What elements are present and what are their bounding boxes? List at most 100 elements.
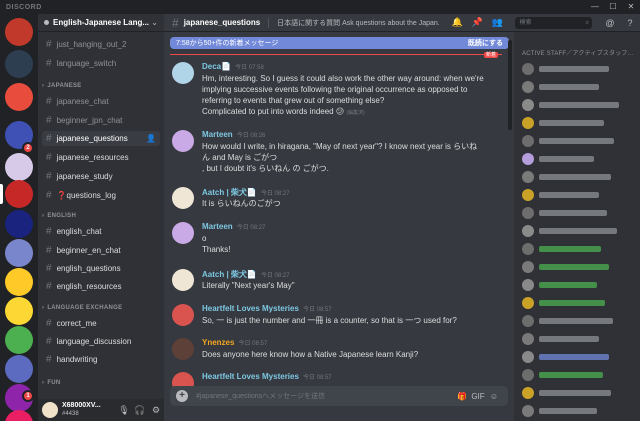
channel-handwriting[interactable]: # handwriting [42, 352, 160, 367]
member-row[interactable] [522, 350, 609, 364]
channel-topic[interactable]: 日本語に関する質問 Ask questions about the Japan.… [277, 18, 439, 28]
channel-english-resources[interactable]: # english_resources [42, 279, 160, 294]
gif-icon[interactable]: GIF [470, 392, 486, 401]
member-row[interactable] [522, 188, 599, 202]
notification-badge: 1 [22, 390, 34, 402]
microphone-icon[interactable]: 🎙 [116, 405, 132, 416]
mention-icon[interactable]: @ [600, 18, 620, 28]
emoji-icon[interactable]: ☺ [486, 392, 502, 401]
server-icon[interactable] [5, 18, 33, 46]
member-row[interactable] [522, 224, 617, 238]
member-row[interactable] [522, 386, 611, 400]
member-row[interactable] [522, 98, 619, 112]
member-name-blurred [539, 174, 611, 180]
avatar[interactable] [172, 62, 194, 84]
channel-language-switch[interactable]: # language_switch [42, 56, 160, 71]
search-input[interactable]: 検索 ⌕ [515, 16, 592, 29]
pin-icon[interactable]: 📌 [467, 17, 487, 28]
avatar[interactable] [172, 187, 194, 209]
server-icon[interactable] [5, 355, 33, 383]
message-author[interactable]: Marteen [202, 130, 233, 139]
category-japanese[interactable]: › JAPANESE [42, 83, 82, 89]
category-fun[interactable]: › FUN [42, 380, 61, 386]
channel-correct-me[interactable]: # correct_me [42, 316, 160, 331]
member-row[interactable] [522, 152, 594, 166]
server-icon[interactable] [5, 410, 33, 421]
channel-beginner-jpn-chat[interactable]: # beginner_jpn_chat [42, 113, 160, 128]
member-row[interactable] [522, 332, 599, 346]
scrollbar[interactable] [508, 40, 512, 130]
member-row[interactable] [522, 116, 604, 130]
category-english[interactable]: › ENGLISH [42, 213, 76, 219]
server-icon[interactable] [5, 210, 33, 238]
server-icon[interactable] [5, 297, 33, 325]
hash-icon: # [172, 15, 179, 30]
avatar[interactable] [172, 269, 194, 291]
server-icon[interactable] [5, 239, 33, 267]
gear-icon[interactable]: ⚙ [148, 405, 164, 416]
server-icon[interactable] [5, 153, 33, 181]
bell-icon[interactable]: 🔔 [447, 17, 467, 28]
message-author[interactable]: Marteen [202, 222, 233, 231]
gift-icon[interactable]: 🎁 [454, 392, 470, 401]
chevron-down-icon[interactable]: ⌄ [151, 18, 158, 27]
server-icon[interactable] [5, 50, 33, 78]
message-input[interactable]: #japanese_questionsへメッセージを送信 [196, 391, 325, 401]
maximize-button[interactable]: ☐ [604, 0, 622, 14]
message-author[interactable]: Ynenzes [202, 338, 234, 347]
add-user-icon[interactable]: 👤 [146, 134, 156, 143]
member-row[interactable] [522, 368, 603, 382]
message-author[interactable]: Heartfelt Loves Mysteries [202, 304, 299, 313]
message-author[interactable]: Deca📄 [202, 62, 231, 71]
help-icon[interactable]: ? [620, 18, 640, 28]
new-messages-bar[interactable]: 7:58から50+件の新着メッセージ 既読にする [170, 37, 509, 49]
avatar[interactable] [172, 130, 194, 152]
guild-header[interactable]: English-Japanese Lang... ⌄ [38, 14, 164, 32]
plus-icon[interactable]: + [176, 390, 188, 402]
channel-japanese-chat[interactable]: # japanese_chat [42, 94, 160, 109]
member-row[interactable] [522, 314, 613, 328]
message-author[interactable]: Aatch | 柴犬📄 [202, 188, 257, 197]
server-icon[interactable] [5, 180, 33, 208]
server-icon[interactable] [5, 268, 33, 296]
message-composer[interactable]: + #japanese_questionsへメッセージを送信 🎁 GIF ☺ [170, 386, 508, 406]
member-row[interactable] [522, 278, 597, 292]
server-icon[interactable] [5, 326, 33, 354]
message-author[interactable]: Aatch | 柴犬📄 [202, 270, 257, 279]
avatar[interactable] [172, 338, 194, 360]
avatar[interactable] [172, 222, 194, 244]
member-row[interactable] [522, 404, 597, 418]
channel-english-questions[interactable]: # english_questions [42, 261, 160, 276]
avatar[interactable] [172, 304, 194, 326]
message-body: o Thanks! [202, 233, 502, 255]
member-row[interactable] [522, 296, 605, 310]
user-avatar[interactable] [42, 402, 58, 418]
channel-language-discussion[interactable]: # language_discussion [42, 334, 160, 349]
member-row[interactable] [522, 80, 599, 94]
members-icon[interactable]: 👥 [487, 17, 507, 28]
channel-japanese-study[interactable]: # japanese_study [42, 169, 160, 184]
member-category: ACTIVE STAFF／アクティブスタッフ... [522, 51, 634, 57]
member-row[interactable] [522, 206, 607, 220]
channel-japanese-resources[interactable]: # japanese_resources [42, 150, 160, 165]
hash-icon: # [46, 281, 52, 292]
channel-english-chat[interactable]: # english_chat [42, 224, 160, 239]
channel-beginner-en-chat[interactable]: # beginner_en_chat [42, 243, 160, 258]
channel-questions-log[interactable]: # ❓questions_log [42, 188, 160, 203]
member-row[interactable] [522, 170, 611, 184]
channel-just-hanging-out-2[interactable]: # just_hanging_out_2 [42, 37, 160, 52]
category-language-exchange[interactable]: › LANGUAGE EXCHANGE [42, 305, 122, 311]
headphones-icon[interactable]: 🎧 [132, 405, 148, 416]
member-row[interactable] [522, 62, 609, 76]
channel-japanese-questions[interactable]: # japanese_questions 👤 [42, 131, 160, 146]
server-icon[interactable] [5, 83, 33, 111]
minimize-button[interactable]: — [586, 0, 604, 14]
close-button[interactable]: ✕ [622, 0, 640, 14]
member-row[interactable] [522, 242, 601, 256]
message-author[interactable]: Heartfelt Loves Mysteries [202, 372, 299, 381]
member-row[interactable] [522, 134, 614, 148]
mark-read-button[interactable]: 既読にする [468, 38, 503, 48]
channel-label: japanese_questions [56, 134, 128, 143]
message-line: Thanks! [202, 245, 231, 254]
member-row[interactable] [522, 260, 609, 274]
